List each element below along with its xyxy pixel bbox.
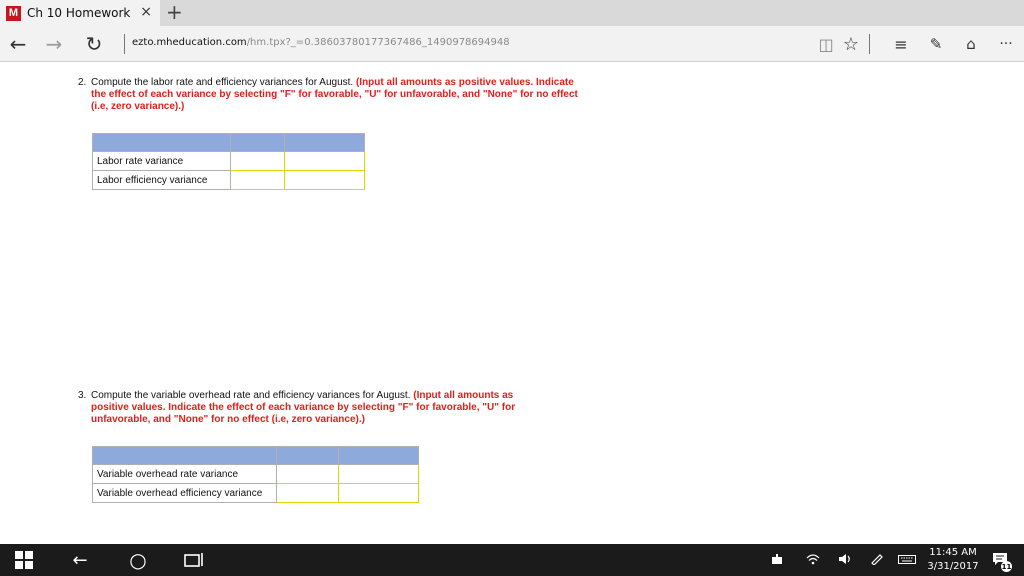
clock-time: 11:45 AM bbox=[929, 547, 977, 558]
effect-select-cell[interactable] bbox=[284, 170, 365, 190]
keyboard-svg bbox=[898, 555, 916, 564]
back-arrow-icon[interactable]: ← bbox=[6, 32, 30, 56]
question-text: Compute the variable overhead rate and e… bbox=[91, 390, 548, 426]
table-header-row bbox=[92, 446, 419, 465]
favorite-star-icon[interactable]: ☆ bbox=[839, 32, 863, 56]
amount-input[interactable] bbox=[278, 467, 337, 482]
keyboard-icon[interactable] bbox=[898, 553, 916, 568]
table-row: Labor rate variance bbox=[92, 151, 365, 171]
people-icon[interactable] bbox=[770, 553, 784, 568]
effect-select[interactable] bbox=[340, 467, 417, 482]
question-2: 2. Compute the labor rate and efficiency… bbox=[78, 77, 578, 113]
cortana-icon[interactable]: ○ bbox=[126, 548, 150, 572]
table-header-cell bbox=[284, 133, 365, 152]
amount-input-cell[interactable] bbox=[276, 464, 339, 484]
effect-select-cell[interactable] bbox=[284, 151, 365, 171]
effect-select[interactable] bbox=[286, 154, 363, 169]
amount-input[interactable] bbox=[278, 486, 337, 501]
address-bar[interactable]: ezto.mheducation.com/hm.tpx?_=0.38603780… bbox=[132, 37, 510, 48]
new-tab-button[interactable]: + bbox=[166, 1, 183, 23]
clock-date: 3/31/2017 bbox=[927, 561, 979, 572]
reading-view-icon[interactable]: ◫ bbox=[814, 32, 838, 56]
volume-svg bbox=[839, 554, 850, 564]
amount-input-cell[interactable] bbox=[230, 170, 285, 190]
question-3: 3. Compute the variable overhead rate an… bbox=[78, 390, 548, 426]
table-header-cell bbox=[92, 133, 231, 152]
system-clock[interactable]: 11:45 AM 3/31/2017 bbox=[918, 546, 988, 574]
wifi-svg bbox=[806, 554, 820, 565]
wifi-icon[interactable] bbox=[806, 553, 820, 568]
people-svg bbox=[772, 554, 782, 564]
effect-select[interactable] bbox=[340, 486, 417, 501]
volume-icon[interactable] bbox=[838, 553, 852, 568]
tab-ch10-homework[interactable]: M Ch 10 Homework × bbox=[0, 0, 160, 26]
forward-arrow-icon[interactable]: → bbox=[42, 32, 66, 56]
row-label: Variable overhead rate variance bbox=[92, 464, 277, 484]
tab-title: Ch 10 Homework bbox=[27, 6, 131, 20]
variable-overhead-variance-table: Variable overhead rate variance Variable… bbox=[92, 446, 419, 503]
table-header-cell bbox=[338, 446, 419, 465]
row-label: Labor rate variance bbox=[92, 151, 231, 171]
amount-input[interactable] bbox=[232, 173, 283, 188]
row-label: Labor efficiency variance bbox=[92, 170, 231, 190]
task-view-svg bbox=[184, 553, 203, 567]
pen-svg bbox=[871, 554, 883, 566]
table-row: Variable overhead efficiency variance bbox=[92, 483, 419, 503]
navigation-bar: ← → ↻ ezto.mheducation.com/hm.tpx?_=0.38… bbox=[0, 26, 1024, 62]
amount-input-cell[interactable] bbox=[230, 151, 285, 171]
task-view-icon[interactable] bbox=[182, 550, 206, 570]
question-number: 3. bbox=[78, 390, 87, 401]
close-tab-icon[interactable]: × bbox=[140, 4, 152, 20]
table-header-cell bbox=[230, 133, 285, 152]
table-row: Labor efficiency variance bbox=[92, 170, 365, 190]
amount-input[interactable] bbox=[232, 154, 283, 169]
question-text: Compute the labor rate and efficiency va… bbox=[91, 77, 578, 113]
refresh-icon[interactable]: ↻ bbox=[82, 32, 106, 56]
taskbar: ← ○ 11:45 AM 3/31/2017 11 bbox=[0, 544, 1024, 576]
question-number: 2. bbox=[78, 77, 87, 88]
address-separator bbox=[124, 34, 125, 54]
hub-icon[interactable]: ≡ bbox=[889, 32, 913, 56]
share-icon[interactable]: ⌂ bbox=[959, 32, 983, 56]
question-prompt: Compute the variable overhead rate and e… bbox=[91, 390, 411, 401]
more-options-icon[interactable]: ··· bbox=[994, 32, 1018, 56]
windows-logo-icon[interactable] bbox=[14, 550, 34, 570]
table-header-row bbox=[92, 133, 365, 152]
table-header-cell bbox=[276, 446, 339, 465]
row-label: Variable overhead efficiency variance bbox=[92, 483, 277, 503]
table-row: Variable overhead rate variance bbox=[92, 464, 419, 484]
web-note-icon[interactable]: ✎ bbox=[924, 32, 948, 56]
labor-variance-table: Labor rate variance Labor efficiency var… bbox=[92, 133, 365, 190]
tab-bar: M Ch 10 Homework × + bbox=[0, 0, 1024, 26]
windows-logo-svg bbox=[15, 551, 33, 569]
toolbar-separator bbox=[869, 34, 870, 54]
mheducation-favicon-icon: M bbox=[6, 5, 21, 21]
notification-count-badge: 11 bbox=[1001, 561, 1012, 572]
effect-select-cell[interactable] bbox=[338, 464, 419, 484]
url-path: /hm.tpx?_=0.38603780177367486_1490978694… bbox=[246, 37, 510, 48]
question-prompt: Compute the labor rate and efficiency va… bbox=[91, 77, 354, 88]
taskbar-back-icon[interactable]: ← bbox=[68, 550, 92, 571]
amount-input-cell[interactable] bbox=[276, 483, 339, 503]
pen-icon[interactable] bbox=[870, 553, 884, 568]
effect-select-cell[interactable] bbox=[338, 483, 419, 503]
url-host: ezto.mheducation.com bbox=[132, 37, 247, 48]
table-header-cell bbox=[92, 446, 277, 465]
effect-select[interactable] bbox=[286, 173, 363, 188]
